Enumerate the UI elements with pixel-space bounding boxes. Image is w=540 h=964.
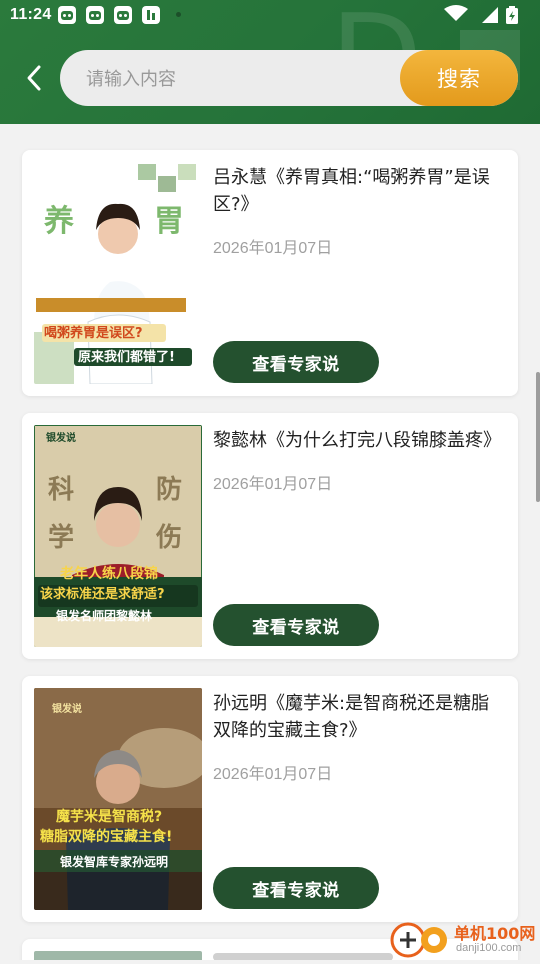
thumbnail-caption: 银发名师团黎懿林 bbox=[56, 609, 153, 623]
thumbnail-caption: 魔芋米是智商税? bbox=[56, 809, 163, 825]
search-input[interactable] bbox=[84, 50, 388, 108]
dot-icon bbox=[176, 12, 181, 17]
view-expert-button[interactable]: 查看专家说 bbox=[213, 867, 379, 909]
thumbnail-brand: 银发说 bbox=[46, 433, 76, 444]
thumbnail-title-char: 养 bbox=[44, 204, 74, 239]
article-date: 2026年01月07日 bbox=[213, 240, 333, 257]
article-card[interactable]: 养 胃 喝粥养胃是误区? 原来我们都错了! 吕永慧《养胃真相:“喝粥养胃”是误区… bbox=[22, 150, 518, 396]
app-notification-icon bbox=[114, 6, 132, 24]
status-time: 11:24 bbox=[10, 6, 52, 23]
article-thumbnail: 银发说 科 学 防 伤 老年人练八段锦 该求标准还是求舒适? 银发名师团黎懿林 bbox=[34, 425, 202, 647]
article-date: 2026年01月07日 bbox=[213, 766, 333, 783]
article-title[interactable]: 吕永慧《养胃真相:“喝粥养胃”是误区?》 bbox=[213, 164, 504, 218]
thumbnail-caption: 银发智库专家孙远明 bbox=[60, 855, 169, 869]
scrollbar[interactable] bbox=[536, 372, 540, 502]
thumbnail-title-char: 学 bbox=[48, 523, 75, 553]
app-notification-icon bbox=[58, 6, 76, 24]
article-thumbnail bbox=[34, 951, 202, 960]
search-button[interactable]: 搜索 bbox=[400, 50, 518, 106]
thumbnail-caption: 该求标准还是求舒适? bbox=[40, 587, 165, 602]
thumbnail-caption: 原来我们都错了! bbox=[78, 350, 175, 365]
thumbnail-caption: 老年人练八段锦 bbox=[60, 566, 158, 582]
cellular-signal-icon bbox=[482, 7, 498, 23]
app-header: D 11:24 bbox=[0, 0, 540, 124]
thumbnail-title-char: 胃 bbox=[154, 204, 184, 239]
app-badge-icon bbox=[142, 6, 160, 24]
article-card[interactable]: 银发说 科 学 防 伤 老年人练八段锦 该求标准还是求舒适? 银发名师团黎懿林 … bbox=[22, 413, 518, 659]
article-thumbnail: 养 胃 喝粥养胃是误区? 原来我们都错了! bbox=[34, 162, 202, 384]
watermark-url: danji100.com bbox=[456, 942, 522, 954]
thumbnail-title-char: 科 bbox=[48, 475, 75, 505]
watermark-logo-icon bbox=[390, 922, 447, 958]
thumbnail-caption: 喝粥养胃是误区? bbox=[44, 326, 143, 341]
article-title-partial bbox=[213, 953, 393, 960]
app-notification-icon bbox=[86, 6, 104, 24]
view-expert-button[interactable]: 查看专家说 bbox=[213, 341, 379, 383]
status-right-icons bbox=[444, 5, 518, 24]
back-button[interactable] bbox=[18, 60, 50, 96]
battery-icon bbox=[506, 6, 518, 24]
wifi-icon bbox=[444, 5, 468, 21]
thumbnail-brand: 银发说 bbox=[52, 704, 82, 715]
view-expert-button[interactable]: 查看专家说 bbox=[213, 604, 379, 646]
status-bar: 11:24 bbox=[0, 0, 540, 32]
thumbnail-caption: 糖脂双降的宝藏主食! bbox=[40, 829, 173, 845]
article-title[interactable]: 孙远明《魔芋米:是智商税还是糖脂双降的宝藏主食?》 bbox=[213, 690, 504, 744]
article-thumbnail: 银发说 魔芋米是智商税? 糖脂双降的宝藏主食! 银发智库专家孙远明 bbox=[34, 688, 202, 910]
article-list: 养 胃 喝粥养胃是误区? 原来我们都错了! 吕永慧《养胃真相:“喝粥养胃”是误区… bbox=[0, 124, 540, 960]
watermark: 单机100网 danji100.com bbox=[388, 916, 538, 960]
article-date: 2026年01月07日 bbox=[213, 476, 333, 493]
watermark-text: 单机100网 bbox=[454, 924, 536, 943]
article-title[interactable]: 黎懿林《为什么打完八段锦膝盖疼》 bbox=[213, 427, 504, 454]
search-bar: 搜索 bbox=[60, 50, 518, 108]
article-card[interactable]: 银发说 魔芋米是智商税? 糖脂双降的宝藏主食! 银发智库专家孙远明 孙远明《魔芋… bbox=[22, 676, 518, 922]
thumbnail-title-char: 伤 bbox=[156, 523, 183, 553]
chevron-left-icon bbox=[27, 65, 41, 91]
thumbnail-title-char: 防 bbox=[156, 475, 183, 505]
